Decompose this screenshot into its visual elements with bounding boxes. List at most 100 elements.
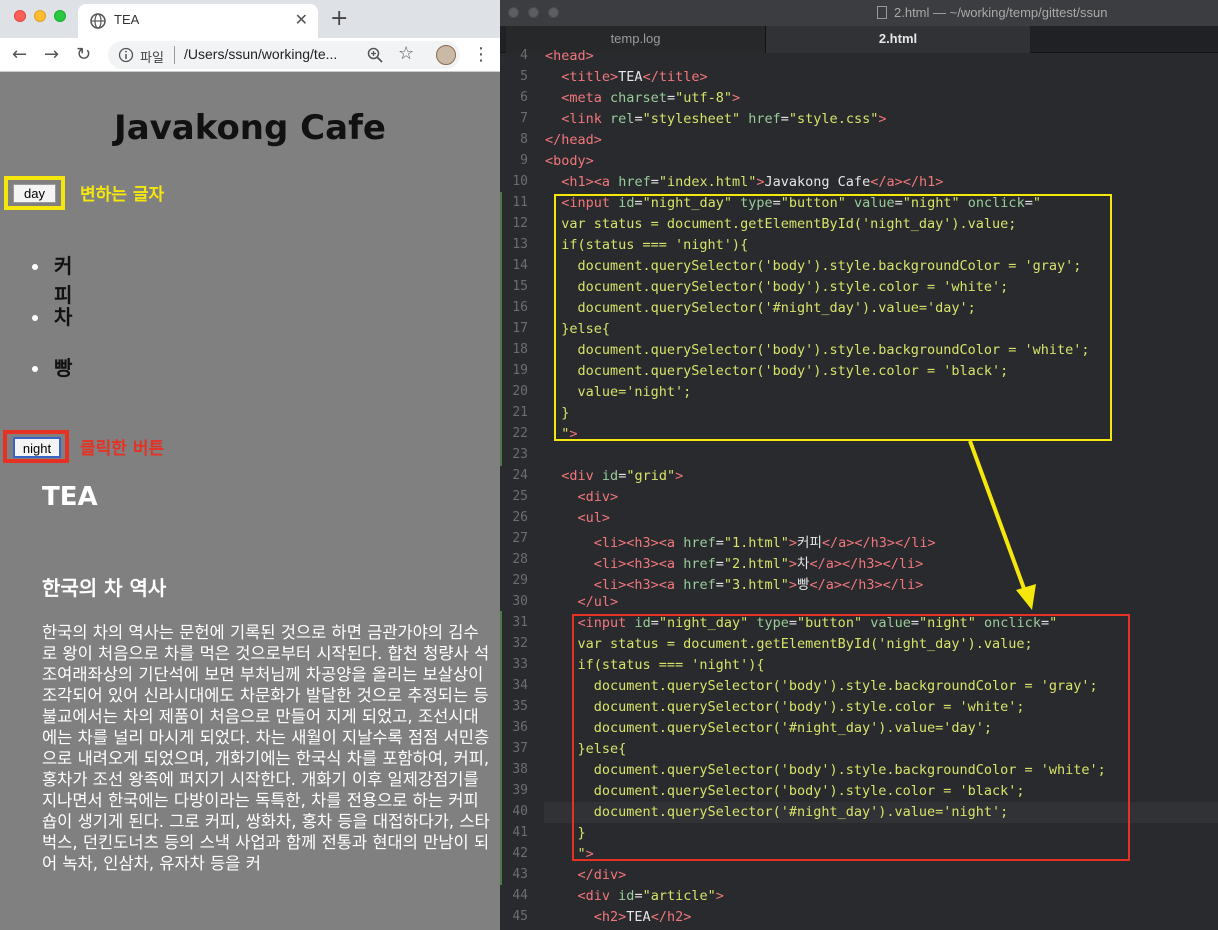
code-line: <ul> [577, 510, 611, 526]
night-button-highlight: night [3, 430, 69, 463]
url-text[interactable]: /Users/ssun/working/te... [184, 46, 337, 62]
line-number: 11 [512, 195, 528, 210]
line-number: 8 [520, 132, 528, 147]
browser-tab-bar: TEA ✕ + [0, 0, 500, 38]
code-line: <link rel="stylesheet" href="style.css"> [561, 111, 887, 127]
line-number: 12 [512, 216, 528, 231]
line-number: 34 [512, 678, 528, 693]
profile-avatar-icon[interactable] [436, 45, 456, 65]
editor-window-title: 2.html — ~/working/temp/gittest/ssun [894, 5, 1108, 20]
line-number: 43 [512, 867, 528, 882]
code-line: <div> [577, 489, 619, 505]
code-line: </head> [545, 132, 602, 148]
document-icon [877, 6, 887, 19]
line-number: 4 [520, 48, 528, 63]
zoom-window-button[interactable] [54, 10, 66, 22]
globe-icon [90, 13, 106, 29]
code-line: <li><h3><a href="2.html">차</a></h3></li> [593, 556, 924, 572]
code-line: </div> [577, 867, 627, 883]
night-button[interactable]: night [13, 437, 61, 458]
address-bar[interactable]: 파일 /Users/ssun/working/te... ☆ [108, 41, 460, 69]
browser-tab[interactable]: TEA ✕ [78, 4, 318, 38]
line-number: 39 [512, 783, 528, 798]
line-number: 10 [512, 174, 528, 189]
tab-2-html[interactable]: 2.html [766, 26, 1030, 53]
line-number: 40 [512, 804, 528, 819]
close-window-button[interactable] [14, 10, 26, 22]
line-number: 9 [520, 153, 528, 168]
bookmark-star-icon[interactable]: ☆ [398, 43, 414, 64]
line-number: 35 [512, 699, 528, 714]
code-line: <meta charset="utf-8"> [561, 90, 741, 106]
tab-title: TEA [114, 12, 140, 27]
line-number: 16 [512, 300, 528, 315]
line-number: 45 [512, 909, 528, 924]
line-number: 26 [512, 510, 528, 525]
line-number: 32 [512, 636, 528, 651]
line-number: 21 [512, 405, 528, 420]
line-number: 22 [512, 426, 528, 441]
code-line: <head> [545, 48, 594, 64]
line-number: 37 [512, 741, 528, 756]
line-number: 36 [512, 720, 528, 735]
line-number: 14 [512, 258, 528, 273]
forward-icon[interactable]: → [44, 44, 59, 65]
line-number: 28 [512, 552, 528, 567]
page-heading-link[interactable]: Javakong Cafe [0, 108, 500, 148]
line-number: 15 [512, 279, 528, 294]
line-number: 17 [512, 321, 528, 336]
red-highlight-box [572, 614, 1130, 861]
day-button[interactable]: day [13, 184, 56, 203]
code-line: </ul> [577, 594, 619, 610]
zoom-window-button[interactable] [548, 7, 559, 18]
line-number: 5 [520, 69, 528, 84]
line-number: 25 [512, 489, 528, 504]
changing-text-note: 변하는 글자 [80, 185, 165, 205]
zoom-icon[interactable] [366, 46, 384, 64]
day-button-highlight: day [4, 176, 65, 210]
section-title: 한국의 차 역사 [42, 576, 167, 600]
history-paragraph: 한국의 차의 역사는 문헌에 기록된 것으로 하면 금관가야의 김수로 왕이 처… [42, 623, 490, 873]
code-line: <title>TEA</title> [561, 69, 708, 85]
line-number: 41 [512, 825, 528, 840]
code-line: <li><h3><a href="1.html">커피</a></h3></li… [593, 535, 936, 551]
code-line: <div id="grid"> [561, 468, 684, 484]
address-separator [174, 46, 175, 64]
clicked-button-note: 클릭한 버튼 [80, 439, 165, 459]
line-number: 38 [512, 762, 528, 777]
line-number: 33 [512, 657, 528, 672]
minimize-window-button[interactable] [528, 7, 539, 18]
line-number: 23 [512, 447, 528, 462]
line-number: 44 [512, 888, 528, 903]
line-number: 13 [512, 237, 528, 252]
line-number: 6 [520, 90, 528, 105]
line-number: 42 [512, 846, 528, 861]
line-number: 7 [520, 111, 528, 126]
browser-window: TEA ✕ + ← → ↻ 파일 /Users/ssun/working/te.… [0, 0, 500, 930]
yellow-highlight-box [554, 194, 1112, 441]
minimize-window-button[interactable] [34, 10, 46, 22]
code-line: <li><h3><a href="3.html">빵</a></h3></li> [593, 577, 924, 593]
line-number: 19 [512, 363, 528, 378]
code-line: <h1><a href="index.html">Javakong Cafe</… [561, 174, 944, 190]
line-number: 30 [512, 594, 528, 609]
reload-icon[interactable]: ↻ [76, 44, 91, 65]
web-page: Javakong Cafe day 변하는 글자 커피 차 빵 night 클릭… [0, 72, 500, 930]
editor-title-bar: 2.html — ~/working/temp/gittest/ssun [500, 0, 1218, 26]
article-title: TEA [42, 482, 98, 512]
line-number: 31 [512, 615, 528, 630]
code-line: <body> [545, 153, 594, 169]
info-icon[interactable] [118, 47, 134, 63]
close-window-button[interactable] [508, 7, 519, 18]
editor-tab-bar: temp.log 2.html [500, 26, 1218, 53]
scheme-label: 파일 [140, 51, 164, 66]
close-tab-icon[interactable]: ✕ [295, 10, 308, 29]
code-line: <div id="article"> [577, 888, 724, 904]
line-number: 24 [512, 468, 528, 483]
line-number: 18 [512, 342, 528, 357]
more-menu-icon[interactable]: ⋮ [472, 44, 490, 65]
line-number: 20 [512, 384, 528, 399]
back-icon[interactable]: ← [12, 44, 27, 65]
new-tab-icon[interactable]: + [330, 6, 348, 31]
line-number: 27 [512, 531, 528, 546]
